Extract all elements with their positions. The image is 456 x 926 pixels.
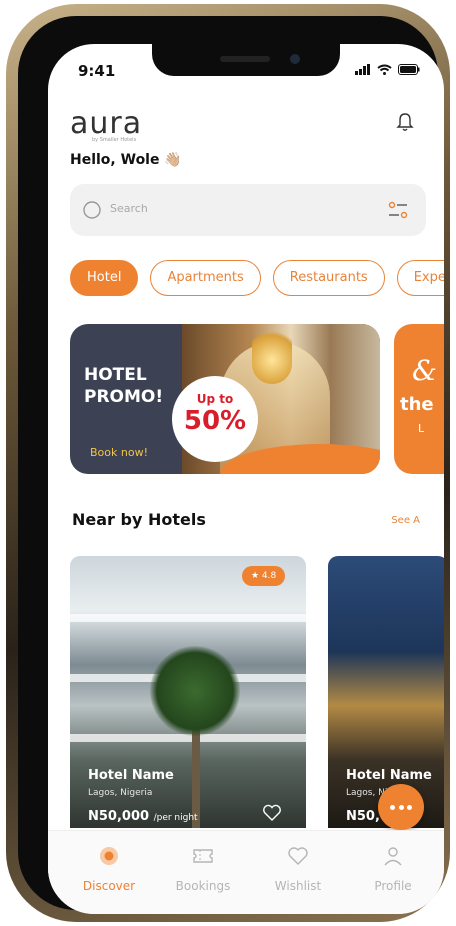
wifi-icon <box>377 64 392 75</box>
logo-tagline: by Smaller Hotels <box>92 137 137 143</box>
ticket-icon <box>193 849 213 863</box>
notification-bell-icon[interactable] <box>396 112 414 136</box>
filter-icon[interactable] <box>388 200 408 220</box>
promo-title: HOTEL PROMO! <box>84 365 164 407</box>
app-screen: 9:41 aura by Smaller Hotels Hello, Wole … <box>48 44 444 914</box>
greeting: Hello, Wole 👋🏼 <box>70 152 182 168</box>
promo-badge-label: Up to <box>196 392 234 406</box>
promo-badge-value: 50% <box>183 406 247 436</box>
chandelier-image <box>252 324 292 384</box>
tab-discover[interactable]: Discover <box>64 845 154 893</box>
hotel-location: Lagos, Nigeria <box>88 788 153 798</box>
search-placeholder: Search <box>110 202 148 215</box>
signal-icon <box>355 64 370 75</box>
palm-tree <box>150 646 240 736</box>
see-all-link[interactable]: See A <box>391 515 420 526</box>
promo-banner-2[interactable]: & the L <box>394 324 444 474</box>
promo-book-now-link[interactable]: Book now! <box>90 446 148 459</box>
tab-label: Profile <box>374 879 412 893</box>
compass-icon <box>100 847 118 865</box>
chip-apartments[interactable]: Apartments <box>150 260 261 296</box>
bottom-tab-bar: Discover Bookings Wishlist Profile <box>48 830 444 914</box>
promo-banner[interactable]: HOTEL PROMO! Book now! Up to 50% <box>70 324 380 474</box>
chip-experiences[interactable]: Expe <box>396 260 444 296</box>
section-title: Near by Hotels <box>72 510 206 529</box>
tab-wishlist[interactable]: Wishlist <box>253 845 343 893</box>
rating-badge: ★ 4.8 <box>242 566 286 586</box>
phone-bezel: 9:41 aura by Smaller Hotels Hello, Wole … <box>18 16 444 914</box>
promo2-symbol: & <box>412 354 437 387</box>
search-bar[interactable]: Search <box>70 184 426 236</box>
tab-label: Discover <box>82 879 136 893</box>
app-logo: aura by Smaller Hotels <box>70 106 142 143</box>
tab-label: Bookings <box>175 879 231 893</box>
notch <box>152 44 340 76</box>
tab-profile[interactable]: Profile <box>348 845 438 893</box>
hotel-name: Hotel Name <box>346 768 432 783</box>
hotel-name: Hotel Name <box>88 768 174 783</box>
status-time: 9:41 <box>78 62 116 80</box>
promo-discount-badge: Up to 50% <box>172 376 258 462</box>
favorite-heart-icon[interactable] <box>262 804 282 822</box>
hotel-price: N50,000 /per night <box>88 809 198 824</box>
logo-text: aura <box>70 106 143 141</box>
promo2-text: the <box>400 394 434 415</box>
tab-bookings[interactable]: Bookings <box>158 845 248 893</box>
speaker <box>220 56 270 62</box>
heart-icon <box>288 847 308 865</box>
hotel-card[interactable]: Hotel Name Lagos, Nige N50,0 <box>328 556 444 828</box>
chip-restaurants[interactable]: Restaurants <box>272 260 385 296</box>
tab-label: Wishlist <box>274 879 322 893</box>
balcony <box>70 614 306 622</box>
search-icon <box>83 201 101 219</box>
hotel-card[interactable]: ★ 4.8 Hotel Name Lagos, Nigeria N50,000 … <box>70 556 306 828</box>
promo2-subtext: L <box>418 422 425 435</box>
battery-icon <box>398 64 420 75</box>
chat-fab-button[interactable] <box>378 784 424 830</box>
phone-frame: 9:41 aura by Smaller Hotels Hello, Wole … <box>6 4 450 922</box>
camera <box>290 54 300 64</box>
user-icon <box>384 847 402 866</box>
status-icons <box>355 64 420 75</box>
category-chips: Hotel Apartments Restaurants Expe <box>70 260 444 296</box>
chip-hotel[interactable]: Hotel <box>70 260 139 296</box>
